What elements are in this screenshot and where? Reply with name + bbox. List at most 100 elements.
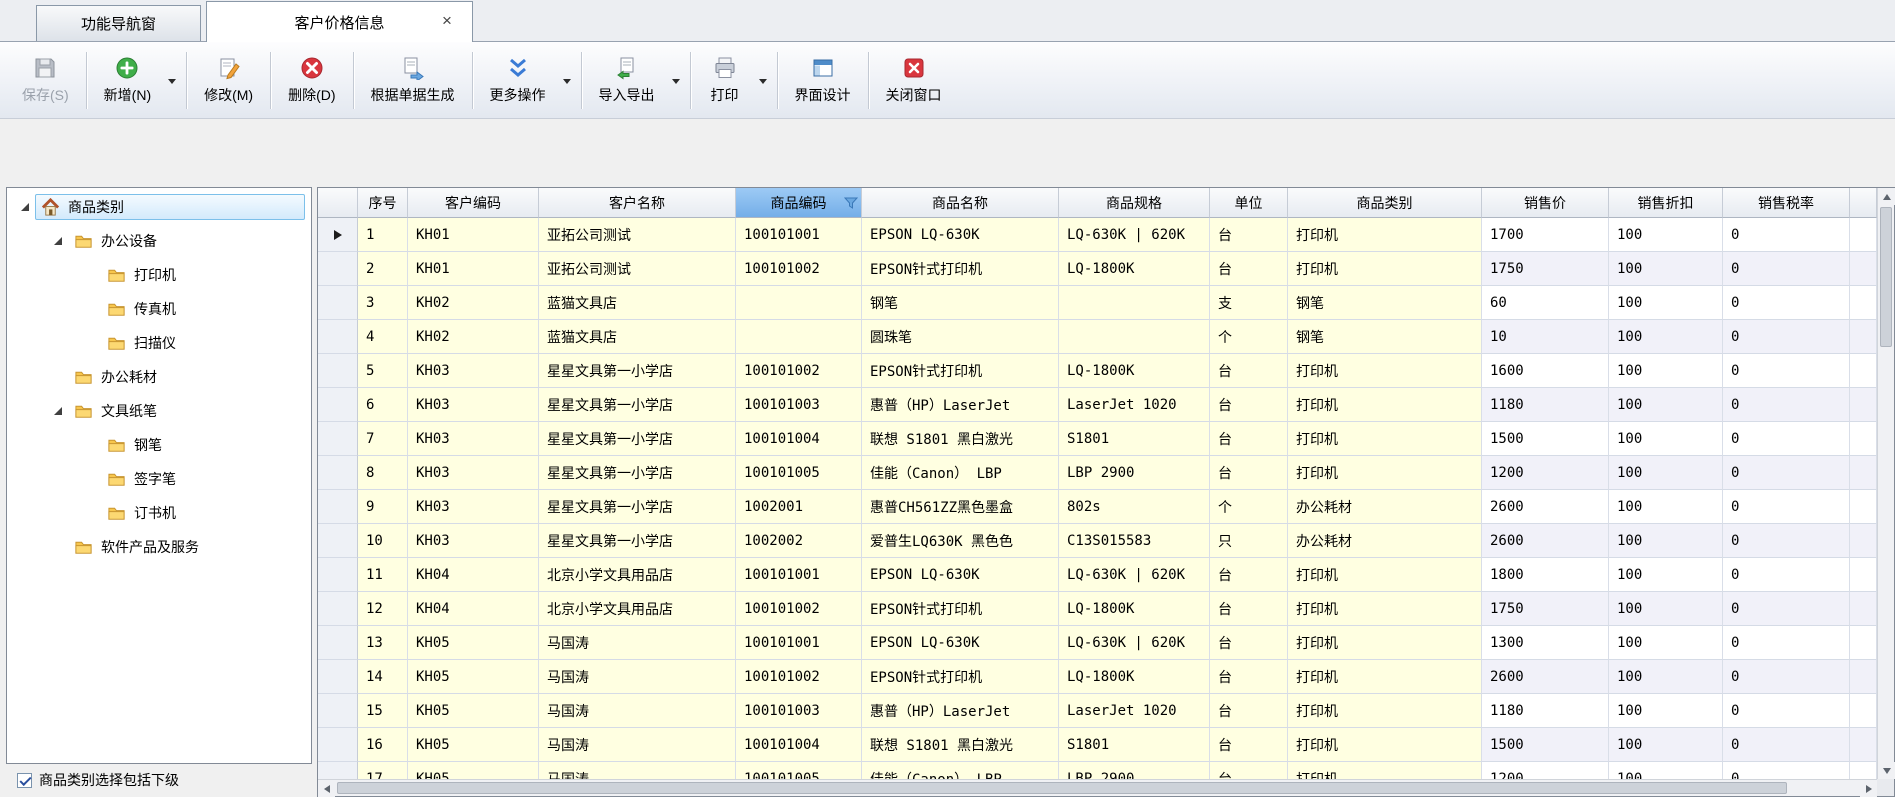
cell-sale_tax_rate[interactable]: 0	[1723, 592, 1850, 626]
cell-customer_name[interactable]: 星星文具第一小学店	[539, 524, 736, 558]
cell-customer_name[interactable]: 马国涛	[539, 660, 736, 694]
tree-item-2[interactable]: 打印机	[7, 258, 311, 292]
cell-product_category[interactable]: 打印机	[1288, 762, 1482, 779]
table-row[interactable]: 13KH05马国涛100101001EPSON LQ-630KLQ-630K |…	[318, 626, 1877, 660]
cell-customer_code[interactable]: KH04	[408, 558, 539, 592]
cell-sale_tax_rate[interactable]: 0	[1723, 320, 1850, 354]
cell-sale_price[interactable]: 1800	[1482, 558, 1609, 592]
tree-item-0[interactable]: 商品类别	[7, 190, 311, 224]
cell-customer_code[interactable]: KH03	[408, 388, 539, 422]
vertical-scrollbar-thumb[interactable]	[1880, 207, 1892, 347]
cell-seq[interactable]: 3	[358, 286, 408, 320]
cell-sale_tax_rate[interactable]: 0	[1723, 558, 1850, 592]
cell-product_name[interactable]: 联想 S1801 黑白激光	[862, 728, 1059, 762]
cell-sale_discount[interactable]: 100	[1609, 558, 1723, 592]
cell-product_name[interactable]: EPSON针式打印机	[862, 354, 1059, 388]
cell-sale_price[interactable]: 1200	[1482, 456, 1609, 490]
cell-product_code[interactable]: 100101002	[736, 354, 862, 388]
tree-item-6[interactable]: 文具纸笔	[7, 394, 311, 428]
cell-customer_name[interactable]: 北京小学文具用品店	[539, 558, 736, 592]
cell-product_code[interactable]: 100101001	[736, 218, 862, 252]
cell-unit[interactable]: 台	[1210, 388, 1288, 422]
cell-product_spec[interactable]: LQ-1800K	[1059, 354, 1210, 388]
cell-product_name[interactable]: 惠普（HP）LaserJet	[862, 694, 1059, 728]
cell-seq[interactable]: 12	[358, 592, 408, 626]
table-row[interactable]: 3KH02蓝猫文具店钢笔支钢笔601000	[318, 286, 1877, 320]
cell-sale_price[interactable]: 1200	[1482, 762, 1609, 779]
cell-seq[interactable]: 5	[358, 354, 408, 388]
cell-sale_tax_rate[interactable]: 0	[1723, 728, 1850, 762]
cell-customer_name[interactable]: 星星文具第一小学店	[539, 422, 736, 456]
cell-sale_price[interactable]: 1180	[1482, 388, 1609, 422]
cell-product_name[interactable]: 圆珠笔	[862, 320, 1059, 354]
cell-seq[interactable]: 2	[358, 252, 408, 286]
close-window-button[interactable]: 关闭窗口	[874, 46, 954, 115]
cell-sale_price[interactable]: 2600	[1482, 490, 1609, 524]
tree-item-5[interactable]: 办公耗材	[7, 360, 311, 394]
cell-sale_discount[interactable]: 100	[1609, 728, 1723, 762]
cell-product_spec[interactable]	[1059, 286, 1210, 320]
cell-customer_code[interactable]: KH04	[408, 592, 539, 626]
cell-customer_code[interactable]: KH01	[408, 252, 539, 286]
cell-customer_name[interactable]: 北京小学文具用品店	[539, 592, 736, 626]
column-header-sale_tax_rate[interactable]: 销售税率	[1723, 188, 1850, 218]
cell-product_code[interactable]: 100101001	[736, 626, 862, 660]
cell-seq[interactable]: 6	[358, 388, 408, 422]
cell-unit[interactable]: 台	[1210, 218, 1288, 252]
cell-product_code[interactable]	[736, 286, 862, 320]
tree-item-10[interactable]: 软件产品及服务	[7, 530, 311, 564]
cell-product_spec[interactable]: LQ-1800K	[1059, 252, 1210, 286]
tree-item-4[interactable]: 扫描仪	[7, 326, 311, 360]
cell-product_category[interactable]: 打印机	[1288, 252, 1482, 286]
cell-product_spec[interactable]: 802s	[1059, 490, 1210, 524]
cell-product_code[interactable]: 100101001	[736, 558, 862, 592]
column-header-unit[interactable]: 单位	[1210, 188, 1288, 218]
cell-product_category[interactable]: 办公耗材	[1288, 524, 1482, 558]
cell-product_spec[interactable]: S1801	[1059, 422, 1210, 456]
cell-product_category[interactable]: 打印机	[1288, 558, 1482, 592]
cell-seq[interactable]: 8	[358, 456, 408, 490]
cell-sale_tax_rate[interactable]: 0	[1723, 286, 1850, 320]
cell-product_name[interactable]: EPSON LQ-630K	[862, 626, 1059, 660]
cell-sale_discount[interactable]: 100	[1609, 762, 1723, 779]
cell-unit[interactable]: 台	[1210, 762, 1288, 779]
cell-sale_tax_rate[interactable]: 0	[1723, 762, 1850, 779]
column-header-customer_name[interactable]: 客户名称	[539, 188, 736, 218]
cell-seq[interactable]: 9	[358, 490, 408, 524]
column-header-product_code[interactable]: 商品编码	[736, 188, 862, 218]
column-header-product_spec[interactable]: 商品规格	[1059, 188, 1210, 218]
cell-customer_name[interactable]: 马国涛	[539, 762, 736, 779]
more-actions-dropdown-arrow-icon[interactable]	[558, 46, 576, 115]
table-row[interactable]: 8KH03星星文具第一小学店100101005佳能（Canon） LBPLBP …	[318, 456, 1877, 490]
cell-customer_code[interactable]: KH01	[408, 218, 539, 252]
cell-customer_code[interactable]: KH03	[408, 456, 539, 490]
cell-product_code[interactable]: 100101004	[736, 422, 862, 456]
tree-item-7[interactable]: 钢笔	[7, 428, 311, 462]
cell-sale_discount[interactable]: 100	[1609, 626, 1723, 660]
cell-unit[interactable]: 台	[1210, 354, 1288, 388]
cell-seq[interactable]: 14	[358, 660, 408, 694]
cell-unit[interactable]: 台	[1210, 694, 1288, 728]
cell-product_category[interactable]: 钢笔	[1288, 320, 1482, 354]
expand-icon[interactable]	[48, 237, 68, 245]
cell-customer_code[interactable]: KH05	[408, 762, 539, 779]
cell-product_name[interactable]: 爱普生LQ630K 黑色色	[862, 524, 1059, 558]
cell-product_code[interactable]: 100101004	[736, 728, 862, 762]
cell-sale_price[interactable]: 1180	[1482, 694, 1609, 728]
cell-customer_code[interactable]: KH05	[408, 694, 539, 728]
cell-customer_name[interactable]: 星星文具第一小学店	[539, 490, 736, 524]
cell-sale_discount[interactable]: 100	[1609, 490, 1723, 524]
cell-product_spec[interactable]: LQ-630K | 620K	[1059, 218, 1210, 252]
cell-sale_price[interactable]: 1300	[1482, 626, 1609, 660]
cell-product_spec[interactable]: LaserJet 1020	[1059, 388, 1210, 422]
cell-seq[interactable]: 11	[358, 558, 408, 592]
cell-seq[interactable]: 17	[358, 762, 408, 779]
cell-product_code[interactable]: 100101003	[736, 388, 862, 422]
cell-product_category[interactable]: 打印机	[1288, 388, 1482, 422]
table-row[interactable]: 11KH04北京小学文具用品店100101001EPSON LQ-630KLQ-…	[318, 558, 1877, 592]
cell-unit[interactable]: 台	[1210, 558, 1288, 592]
cell-seq[interactable]: 16	[358, 728, 408, 762]
tree-item-1[interactable]: 办公设备	[7, 224, 311, 258]
cell-product_spec[interactable]: LBP 2900	[1059, 456, 1210, 490]
table-row[interactable]: 10KH03星星文具第一小学店1002002爱普生LQ630K 黑色色C13S0…	[318, 524, 1877, 558]
